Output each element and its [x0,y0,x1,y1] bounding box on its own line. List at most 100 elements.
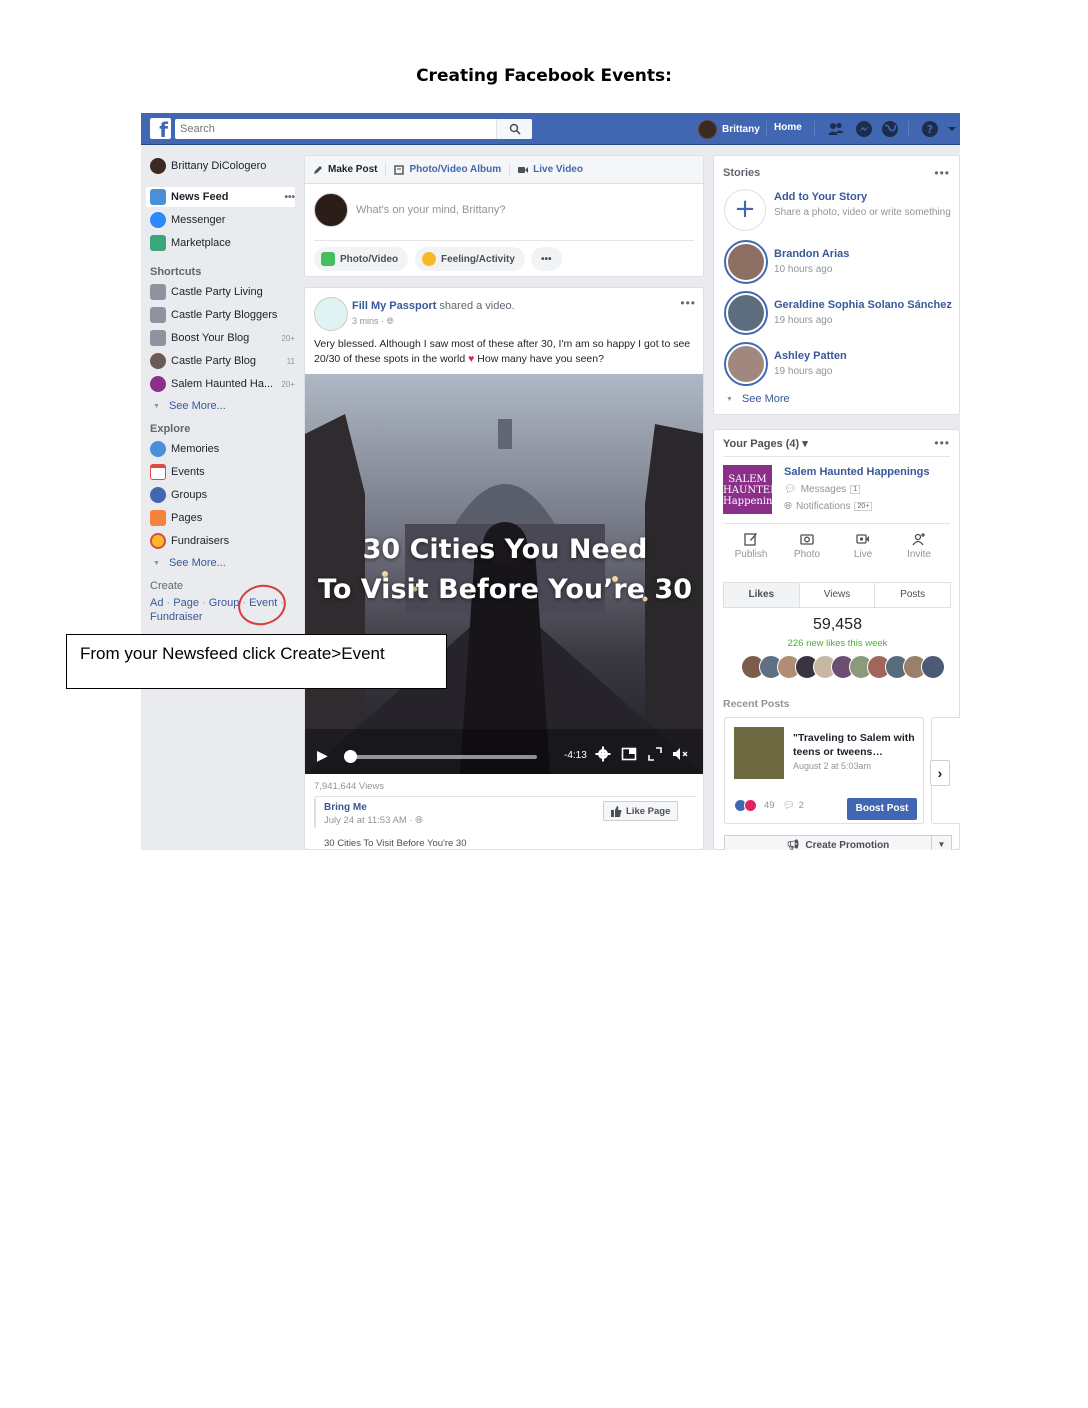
see-more-link[interactable]: ▼ See More [726,393,790,405]
story-avatar[interactable] [724,342,768,386]
sidebar-item-messenger[interactable]: Messenger [150,210,295,230]
progress-handle[interactable] [343,750,357,763]
groups-icon [150,487,166,503]
action-label: Publish [734,549,768,560]
page-messages[interactable]: 💬︎ Messages 1 [784,484,861,495]
tab-likes[interactable]: Likes [724,583,800,607]
post-options-button[interactable]: ••• [680,296,696,310]
sidebar-item-fundraisers[interactable]: Fundraisers [150,531,295,551]
page-name-link[interactable]: Salem Haunted Happenings [784,466,929,478]
reactions-row: 49 💬︎ 2 [734,799,804,812]
profile-link[interactable]: Brittany [698,118,760,140]
create-fundraiser-link[interactable]: Fundraiser [150,611,203,623]
chevron-right-icon[interactable]: › [930,760,950,786]
tab-label: Make Post [328,164,378,175]
create-promotion-label: Create Promotion [805,839,890,851]
tab-views[interactable]: Views [800,583,876,607]
photo-video-button[interactable]: Photo/Video [314,247,409,271]
create-promotion-button[interactable]: 📢︎ Create Promotion ▼ [724,835,952,850]
sidebar-item-events[interactable]: Events [150,462,295,482]
feeling-activity-button[interactable]: Feeling/Activity [415,247,525,271]
sidebar-item-shortcut[interactable]: Salem Haunted Ha... 20+ [150,374,295,394]
add-story-plus-icon[interactable]: + [724,189,766,231]
help-icon[interactable]: ? [921,120,939,138]
stories-options-button[interactable]: ••• [934,166,950,180]
picture-in-picture-icon[interactable] [621,746,637,762]
search-input[interactable] [175,119,485,139]
story-name[interactable]: Geraldine Sophia Solano Sánchez [774,299,952,311]
pages-options-button[interactable]: ••• [934,436,950,450]
action-label: Live [853,549,873,560]
tab-photo-video-album[interactable]: Photo/Video Album [394,164,501,175]
page-avatar-icon [150,376,166,392]
post-author-link[interactable]: Fill My Passport [352,300,436,312]
page-notifications[interactable]: 🌐︎ Notifications 20+ [784,501,873,512]
create-page-link[interactable]: Page [173,597,199,609]
mute-icon[interactable] [672,746,688,762]
facebook-logo-icon[interactable]: f [150,118,171,139]
friend-requests-icon[interactable] [827,120,845,138]
chevron-down-icon[interactable]: ▼ [931,836,951,850]
story-name[interactable]: Brandon Arias [774,248,849,260]
sidebar-item-shortcut[interactable]: Castle Party Bloggers [150,305,295,325]
shared-from-link[interactable]: Bring Me [324,802,367,813]
create-ad-link[interactable]: Ad [150,597,163,609]
boost-post-button[interactable]: Boost Post [847,798,917,820]
video-player[interactable]: 30 Cities You Need To Visit Before You’r… [305,374,703,774]
sidebar-item-shortcut[interactable]: Castle Party Blog 11 [150,351,295,371]
sidebar-item-news-feed[interactable]: News Feed ••• [146,187,295,207]
tab-live-video[interactable]: Live Video [518,164,583,175]
view-count: 7,941,644 Views [314,781,385,792]
home-link[interactable]: Home [774,122,802,133]
sidebar-item-label: Boost Your Blog [171,332,250,344]
story-avatar[interactable] [724,291,768,335]
events-icon [150,464,166,480]
progress-track[interactable] [344,755,537,759]
fullscreen-icon[interactable] [647,746,663,762]
sidebar-item-groups[interactable]: Groups [150,485,295,505]
divider [385,163,387,176]
sidebar-profile[interactable]: Brittany DiCologero [150,156,295,176]
sidebar-item-memories[interactable]: Memories [150,439,295,459]
sidebar-item-pages[interactable]: Pages [150,508,295,528]
sidebar-item-shortcut[interactable]: Boost Your Blog 20+ [150,328,295,348]
more-options-icon[interactable]: ••• [284,192,295,203]
tab-posts[interactable]: Posts [875,583,950,607]
post-time[interactable]: 3 mins · [352,316,384,326]
avatar[interactable] [921,655,945,679]
recent-post-card[interactable]: "Traveling to Salem with teens or tweens… [724,717,924,824]
divider [723,456,950,457]
photo-button[interactable]: Photo [782,532,832,560]
see-more-link[interactable]: ▼ See More... [153,557,226,569]
story-name[interactable]: Ashley Patten [774,350,847,362]
video-title-line: To Visit Before You’re 30 [317,574,692,605]
notifications-globe-icon[interactable] [881,120,899,138]
shared-time-text[interactable]: July 24 at 11:53 AM · [324,815,413,826]
publish-button[interactable]: Publish [726,532,776,560]
sidebar-item-label: Salem Haunted Ha... [171,378,274,390]
add-story-link[interactable]: Add to Your Story [774,191,867,203]
see-more-link[interactable]: ▼ See More... [153,400,226,412]
invite-button[interactable]: Invite [894,532,944,560]
more-options-button[interactable]: ••• [531,247,562,271]
settings-gear-icon[interactable] [595,746,611,762]
chevron-down-icon[interactable] [947,120,957,138]
play-icon[interactable]: ▶ [317,747,328,764]
status-input[interactable]: What's on your mind, Brittany? [356,204,505,216]
page-avatar[interactable] [314,297,348,331]
sidebar-item-marketplace[interactable]: Marketplace [150,233,295,253]
group-icon [150,307,166,323]
story-avatar[interactable] [724,240,768,284]
tab-make-post[interactable]: Make Post [313,164,377,175]
sidebar-item-shortcut[interactable]: Castle Party Living [150,282,295,302]
like-page-button[interactable]: Like Page [603,801,679,821]
messenger-icon[interactable] [855,120,873,138]
story-time: 19 hours ago [774,315,833,326]
page-logo[interactable]: SALEM HAUNTED Happenings [723,465,784,514]
create-group-link[interactable]: Group [209,597,240,609]
your-pages-heading[interactable]: Your Pages (4) ▾ [723,437,808,450]
search-box[interactable] [175,119,532,139]
search-button[interactable] [496,119,532,139]
stories-heading: Stories [723,167,761,179]
live-button[interactable]: Live [838,532,888,560]
